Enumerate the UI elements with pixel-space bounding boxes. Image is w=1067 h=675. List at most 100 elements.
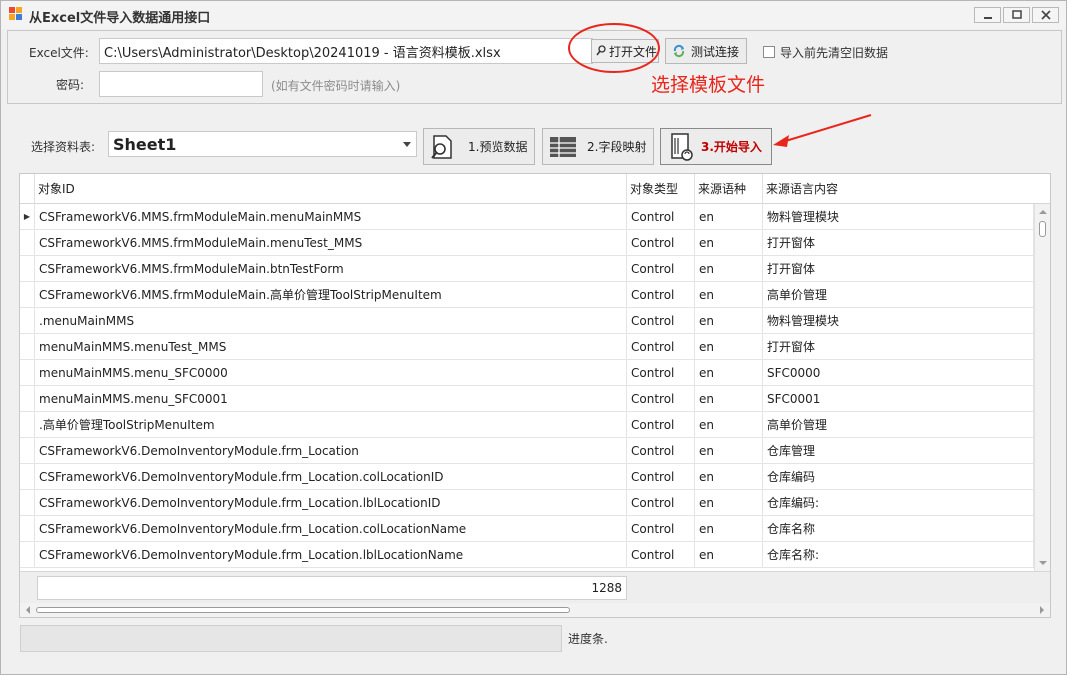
cell-object-id[interactable]: CSFrameworkV6.MMS.frmModuleMain.menuMain… bbox=[35, 204, 627, 230]
cell-object-id[interactable]: CSFrameworkV6.DemoInventoryModule.frm_Lo… bbox=[35, 438, 627, 464]
column-header-object-type[interactable]: 对象类型 bbox=[627, 174, 695, 204]
cell-object-type[interactable]: Control bbox=[627, 360, 695, 386]
cell-object-id[interactable]: CSFrameworkV6.DemoInventoryModule.frm_Lo… bbox=[35, 464, 627, 490]
cell-source-lang[interactable]: en bbox=[695, 516, 763, 542]
table-row[interactable]: menuMainMMS.menuTest_MMS Control en 打开窗体 bbox=[20, 334, 1034, 360]
table-row[interactable]: menuMainMMS.menu_SFC0000 Control en SFC0000 bbox=[20, 360, 1034, 386]
preview-data-button[interactable]: 1.预览数据 bbox=[423, 128, 535, 165]
column-header-source-content[interactable]: 来源语言内容 bbox=[763, 174, 1050, 204]
table-row[interactable]: CSFrameworkV6.DemoInventoryModule.frm_Lo… bbox=[20, 464, 1034, 490]
cell-object-type[interactable]: Control bbox=[627, 282, 695, 308]
start-import-button[interactable]: 3.开始导入 bbox=[660, 128, 772, 165]
horizontal-scrollbar[interactable] bbox=[20, 603, 1050, 617]
row-indicator[interactable] bbox=[20, 256, 35, 282]
cell-source-content[interactable]: 物料管理模块 bbox=[763, 308, 1034, 334]
cell-object-type[interactable]: Control bbox=[627, 308, 695, 334]
cell-object-id[interactable]: menuMainMMS.menuTest_MMS bbox=[35, 334, 627, 360]
cell-source-content[interactable]: SFC0001 bbox=[763, 386, 1034, 412]
scroll-up-icon[interactable] bbox=[1036, 207, 1050, 217]
cell-source-content[interactable]: 物料管理模块 bbox=[763, 204, 1034, 230]
row-indicator[interactable] bbox=[20, 308, 35, 334]
cell-object-type[interactable]: Control bbox=[627, 204, 695, 230]
cell-object-type[interactable]: Control bbox=[627, 256, 695, 282]
scroll-left-icon[interactable] bbox=[23, 603, 33, 617]
cell-source-lang[interactable]: en bbox=[695, 386, 763, 412]
cell-object-id[interactable]: .menuMainMMS bbox=[35, 308, 627, 334]
cell-source-lang[interactable]: en bbox=[695, 230, 763, 256]
table-row[interactable]: ▶ CSFrameworkV6.MMS.frmModuleMain.menuMai… bbox=[20, 204, 1034, 230]
cell-object-id[interactable]: CSFrameworkV6.MMS.frmModuleMain.menuTest… bbox=[35, 230, 627, 256]
table-row[interactable]: CSFrameworkV6.DemoInventoryModule.frm_Lo… bbox=[20, 542, 1034, 568]
table-row[interactable]: .高单价管理ToolStripMenuItem Control en 高单价管理 bbox=[20, 412, 1034, 438]
table-row[interactable]: .menuMainMMS Control en 物料管理模块 bbox=[20, 308, 1034, 334]
cell-object-type[interactable]: Control bbox=[627, 490, 695, 516]
cell-source-content[interactable]: 打开窗体 bbox=[763, 230, 1034, 256]
scroll-down-icon[interactable] bbox=[1036, 558, 1050, 568]
cell-object-type[interactable]: Control bbox=[627, 230, 695, 256]
vertical-scrollbar[interactable] bbox=[1034, 204, 1050, 571]
table-row[interactable]: CSFrameworkV6.MMS.frmModuleMain.btnTestF… bbox=[20, 256, 1034, 282]
cell-object-type[interactable]: Control bbox=[627, 464, 695, 490]
cell-source-content[interactable]: 仓库名称 bbox=[763, 516, 1034, 542]
vertical-scroll-thumb[interactable] bbox=[1039, 221, 1046, 237]
column-header-object-id[interactable]: 对象ID bbox=[35, 174, 627, 204]
cell-source-lang[interactable]: en bbox=[695, 308, 763, 334]
cell-object-type[interactable]: Control bbox=[627, 438, 695, 464]
row-indicator[interactable] bbox=[20, 542, 35, 568]
cell-object-id[interactable]: CSFrameworkV6.DemoInventoryModule.frm_Lo… bbox=[35, 542, 627, 568]
cell-source-lang[interactable]: en bbox=[695, 542, 763, 568]
row-indicator[interactable] bbox=[20, 490, 35, 516]
cell-object-id[interactable]: .高单价管理ToolStripMenuItem bbox=[35, 412, 627, 438]
row-indicator[interactable] bbox=[20, 386, 35, 412]
row-indicator[interactable] bbox=[20, 282, 35, 308]
cell-source-content[interactable]: 仓库名称: bbox=[763, 542, 1034, 568]
cell-source-lang[interactable]: en bbox=[695, 412, 763, 438]
cell-source-lang[interactable]: en bbox=[695, 204, 763, 230]
sheet-select[interactable]: Sheet1 bbox=[108, 131, 417, 157]
cell-source-lang[interactable]: en bbox=[695, 360, 763, 386]
cell-source-content[interactable]: 打开窗体 bbox=[763, 256, 1034, 282]
table-row[interactable]: menuMainMMS.menu_SFC0001 Control en SFC0001 bbox=[20, 386, 1034, 412]
cell-source-content[interactable]: 仓库编码 bbox=[763, 464, 1034, 490]
row-indicator[interactable] bbox=[20, 438, 35, 464]
cell-source-content[interactable]: 仓库管理 bbox=[763, 438, 1034, 464]
horizontal-scroll-thumb[interactable] bbox=[36, 607, 570, 613]
field-mapping-button[interactable]: 2.字段映射 bbox=[542, 128, 654, 165]
cell-object-id[interactable]: CSFrameworkV6.MMS.frmModuleMain.高单价管理Too… bbox=[35, 282, 627, 308]
cell-source-lang[interactable]: en bbox=[695, 334, 763, 360]
cell-object-type[interactable]: Control bbox=[627, 386, 695, 412]
cell-source-lang[interactable]: en bbox=[695, 256, 763, 282]
row-indicator[interactable] bbox=[20, 360, 35, 386]
cell-object-id[interactable]: CSFrameworkV6.DemoInventoryModule.frm_Lo… bbox=[35, 490, 627, 516]
cell-source-content[interactable]: 仓库编码: bbox=[763, 490, 1034, 516]
cell-object-type[interactable]: Control bbox=[627, 542, 695, 568]
row-indicator[interactable] bbox=[20, 464, 35, 490]
cell-source-content[interactable]: SFC0000 bbox=[763, 360, 1034, 386]
table-row[interactable]: CSFrameworkV6.MMS.frmModuleMain.高单价管理Too… bbox=[20, 282, 1034, 308]
row-indicator[interactable] bbox=[20, 334, 35, 360]
cell-source-lang[interactable]: en bbox=[695, 490, 763, 516]
row-indicator[interactable]: ▶ bbox=[20, 204, 35, 230]
column-header-source-lang[interactable]: 来源语种 bbox=[695, 174, 763, 204]
cell-object-id[interactable]: menuMainMMS.menu_SFC0001 bbox=[35, 386, 627, 412]
cell-source-content[interactable]: 高单价管理 bbox=[763, 282, 1034, 308]
row-indicator[interactable] bbox=[20, 516, 35, 542]
cell-object-id[interactable]: CSFrameworkV6.DemoInventoryModule.frm_Lo… bbox=[35, 516, 627, 542]
cell-object-type[interactable]: Control bbox=[627, 334, 695, 360]
cell-source-content[interactable]: 高单价管理 bbox=[763, 412, 1034, 438]
table-row[interactable]: CSFrameworkV6.DemoInventoryModule.frm_Lo… bbox=[20, 516, 1034, 542]
cell-object-id[interactable]: menuMainMMS.menu_SFC0000 bbox=[35, 360, 627, 386]
cell-source-lang[interactable]: en bbox=[695, 464, 763, 490]
cell-object-type[interactable]: Control bbox=[627, 516, 695, 542]
row-indicator[interactable] bbox=[20, 230, 35, 256]
cell-source-lang[interactable]: en bbox=[695, 282, 763, 308]
cell-object-id[interactable]: CSFrameworkV6.MMS.frmModuleMain.btnTestF… bbox=[35, 256, 627, 282]
table-row[interactable]: CSFrameworkV6.MMS.frmModuleMain.menuTest… bbox=[20, 230, 1034, 256]
scroll-right-icon[interactable] bbox=[1037, 603, 1047, 617]
table-row[interactable]: CSFrameworkV6.DemoInventoryModule.frm_Lo… bbox=[20, 438, 1034, 464]
cell-source-content[interactable]: 打开窗体 bbox=[763, 334, 1034, 360]
row-indicator[interactable] bbox=[20, 412, 35, 438]
cell-object-type[interactable]: Control bbox=[627, 412, 695, 438]
table-row[interactable]: CSFrameworkV6.DemoInventoryModule.frm_Lo… bbox=[20, 490, 1034, 516]
cell-source-lang[interactable]: en bbox=[695, 438, 763, 464]
